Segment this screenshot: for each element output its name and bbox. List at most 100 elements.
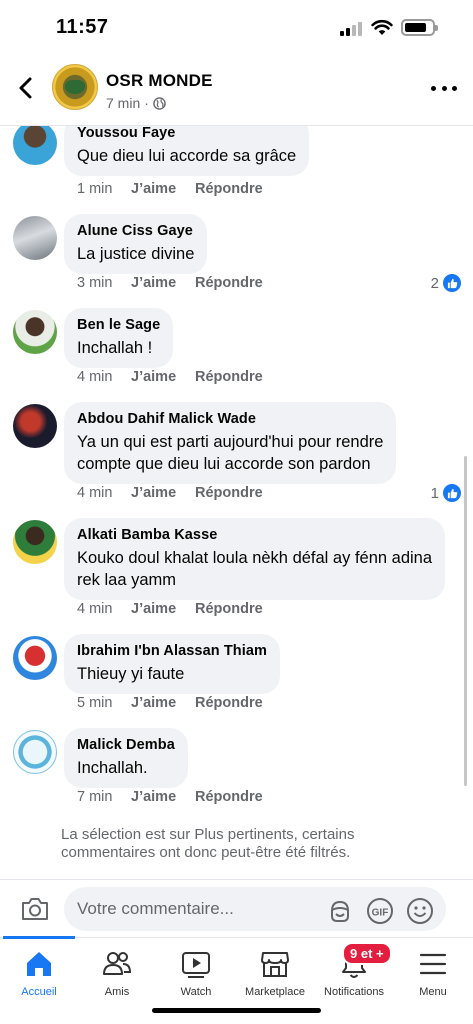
emoji-icon[interactable] bbox=[406, 897, 434, 925]
tab-label: Watch bbox=[180, 986, 212, 998]
like-button[interactable]: J’aime bbox=[131, 789, 195, 805]
comment-bubble[interactable]: Abdou Dahif Malick Wade Ya un qui est pa… bbox=[64, 402, 397, 484]
watch-icon bbox=[182, 952, 210, 978]
reply-button[interactable]: Répondre bbox=[195, 275, 263, 291]
comment-text-line: Ya un qui est parti aujourd'hui pour ren… bbox=[77, 433, 384, 451]
like-button[interactable]: J’aime bbox=[131, 369, 195, 385]
like-button[interactable]: J’aime bbox=[131, 601, 195, 617]
post-meta: 7 min · bbox=[106, 95, 166, 111]
comment-author[interactable]: Alune Ciss Gaye bbox=[77, 222, 194, 240]
menu-icon bbox=[419, 953, 447, 975]
comment-bubble[interactable]: Alkati Bamba Kasse Kouko doul khalat lou… bbox=[64, 518, 446, 600]
battery-icon bbox=[401, 19, 438, 36]
comment-author[interactable]: Malick Demba bbox=[77, 736, 175, 754]
comment-bubble[interactable]: Ibrahim I'bn Alassan Thiam Thieuy yi fau… bbox=[64, 634, 281, 694]
comment-author[interactable]: Youssou Faye bbox=[77, 126, 296, 142]
tab-notifications[interactable]: 9 et + Notifications bbox=[309, 942, 399, 998]
comment-time: 4 min bbox=[77, 485, 113, 501]
like-button[interactable]: J’aime bbox=[131, 181, 195, 197]
tab-label: Notifications bbox=[324, 986, 384, 998]
svg-text:GIF: GIF bbox=[372, 908, 389, 919]
comment-bubble[interactable]: Malick Demba Inchallah. bbox=[64, 728, 188, 788]
comment-author[interactable]: Alkati Bamba Kasse bbox=[77, 526, 432, 544]
comment-author[interactable]: Ibrahim I'bn Alassan Thiam bbox=[77, 642, 267, 660]
comment-bubble[interactable]: Alune Ciss Gaye La justice divine bbox=[64, 214, 208, 274]
comment-time: 4 min bbox=[77, 369, 113, 385]
like-button[interactable]: J’aime bbox=[131, 695, 195, 711]
active-tab-indicator bbox=[3, 936, 75, 939]
like-reaction-icon bbox=[443, 274, 461, 292]
comment-author[interactable]: Abdou Dahif Malick Wade bbox=[77, 410, 383, 428]
reaction-number: 1 bbox=[430, 484, 439, 502]
comment-time: 1 min bbox=[77, 181, 113, 197]
commenter-avatar[interactable] bbox=[13, 730, 57, 774]
comment-time: 7 min bbox=[77, 789, 113, 805]
comment-text: Inchallah ! bbox=[77, 339, 153, 357]
meta-separator: · bbox=[144, 95, 149, 111]
notification-badge: 9 et + bbox=[342, 942, 392, 965]
reply-button[interactable]: Répondre bbox=[195, 181, 263, 197]
commenter-avatar[interactable] bbox=[13, 310, 57, 354]
reply-button[interactable]: Répondre bbox=[195, 695, 263, 711]
cellular-signal-icon bbox=[340, 22, 364, 36]
commenter-avatar[interactable] bbox=[13, 216, 57, 260]
commenter-avatar[interactable] bbox=[13, 520, 57, 564]
comment-time: 4 min bbox=[77, 601, 113, 617]
gif-icon[interactable]: GIF bbox=[366, 897, 394, 925]
comment-actions: 3 min J’aime Répondre bbox=[77, 275, 263, 291]
tab-label: Marketplace bbox=[245, 986, 305, 998]
marketplace-icon bbox=[261, 952, 289, 977]
comment-list: Youssou Faye Que dieu lui accorde sa grâ… bbox=[0, 126, 473, 878]
comment-text-line: Kouko doul khalat loula nèkh défal ay fé… bbox=[77, 549, 433, 567]
tab-marketplace[interactable]: Marketplace bbox=[230, 948, 320, 998]
home-indicator[interactable] bbox=[152, 1008, 321, 1013]
reaction-number: 2 bbox=[430, 274, 439, 292]
comment-time: 5 min bbox=[77, 695, 113, 711]
page-avatar[interactable] bbox=[52, 64, 98, 110]
status-bar: 11:57 bbox=[0, 0, 473, 58]
commenter-avatar[interactable] bbox=[13, 404, 57, 448]
tab-friends[interactable]: Amis bbox=[72, 948, 162, 998]
reaction-count[interactable]: 1 bbox=[431, 484, 461, 502]
reply-button[interactable]: Répondre bbox=[195, 789, 263, 805]
wifi-icon bbox=[371, 19, 393, 35]
like-reaction-icon bbox=[443, 484, 461, 502]
comment-text: Inchallah. bbox=[77, 759, 148, 777]
tab-menu[interactable]: Menu bbox=[388, 948, 473, 998]
filter-note-line: La sélection est sur Plus pertinents, ce… bbox=[61, 826, 355, 843]
commenter-avatar[interactable] bbox=[13, 126, 57, 165]
like-button[interactable]: J’aime bbox=[131, 275, 195, 291]
reply-button[interactable]: Répondre bbox=[195, 601, 263, 617]
like-button[interactable]: J’aime bbox=[131, 485, 195, 501]
status-time: 11:57 bbox=[56, 16, 109, 38]
tab-label: Menu bbox=[419, 986, 447, 998]
camera-icon[interactable] bbox=[20, 896, 50, 922]
comment-actions: 4 min J’aime Répondre bbox=[77, 485, 263, 501]
comment-actions: 4 min J’aime Répondre bbox=[77, 369, 263, 385]
tab-label: Accueil bbox=[21, 986, 57, 998]
comment-actions: 4 min J’aime Répondre bbox=[77, 601, 263, 617]
post-time: 7 min bbox=[106, 95, 141, 111]
globe-icon bbox=[153, 96, 166, 110]
page-name[interactable]: OSR MONDE bbox=[106, 71, 213, 91]
commenter-avatar[interactable] bbox=[13, 636, 57, 680]
avatar-sticker-icon[interactable] bbox=[326, 897, 354, 925]
filter-note: La sélection est sur Plus pertinents, ce… bbox=[61, 826, 411, 862]
home-icon bbox=[27, 952, 51, 976]
comment-bubble[interactable]: Ben le Sage Inchallah ! bbox=[64, 308, 174, 368]
more-options-button[interactable] bbox=[431, 78, 457, 98]
scrollbar[interactable] bbox=[464, 456, 467, 786]
post-header: OSR MONDE 7 min · bbox=[0, 58, 473, 126]
comment-bubble[interactable]: Youssou Faye Que dieu lui accorde sa grâ… bbox=[64, 126, 310, 176]
comment-composer: GIF bbox=[0, 879, 473, 937]
comment-text: La justice divine bbox=[77, 245, 195, 263]
tab-watch[interactable]: Watch bbox=[151, 948, 241, 998]
back-button[interactable] bbox=[12, 74, 40, 102]
reply-button[interactable]: Répondre bbox=[195, 485, 263, 501]
comment-actions: 5 min J’aime Répondre bbox=[77, 695, 263, 711]
comment-text: Que dieu lui accorde sa grâce bbox=[77, 147, 297, 165]
comment-time: 3 min bbox=[77, 275, 113, 291]
comment-author[interactable]: Ben le Sage bbox=[77, 316, 160, 334]
reaction-count[interactable]: 2 bbox=[431, 274, 461, 292]
reply-button[interactable]: Répondre bbox=[195, 369, 263, 385]
